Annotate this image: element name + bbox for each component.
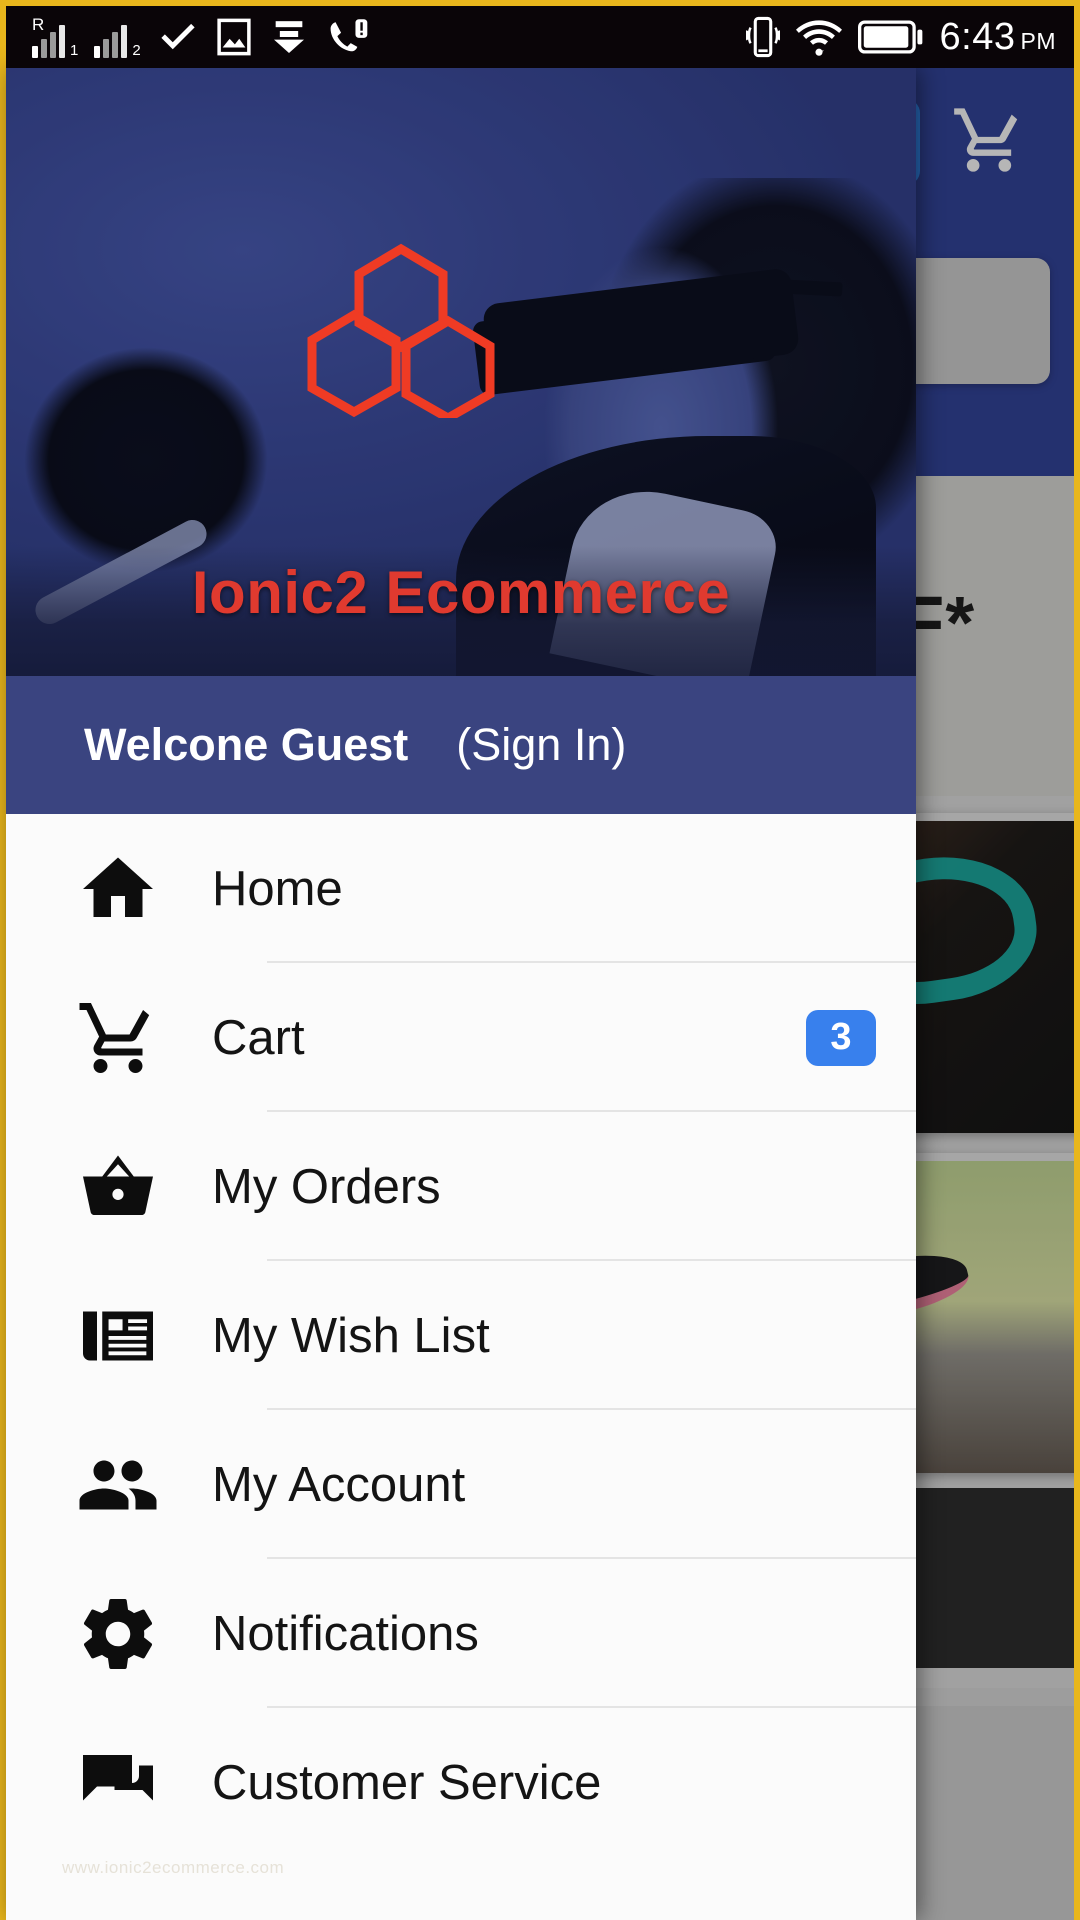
app-title: Ionic2 Ecommerce (6, 558, 916, 627)
hexagon-honeycomb-logo (296, 243, 506, 418)
signal-sim2-icon: 2 (94, 22, 140, 58)
menu-item-my-orders[interactable]: My Orders (6, 1112, 916, 1261)
welcome-text: Welcone Guest (84, 719, 408, 771)
home-icon (76, 847, 172, 931)
status-bar-left-icons: R 1 2 (32, 16, 746, 58)
chat-bubbles-icon (76, 1741, 172, 1825)
status-bar-clock: 6:43PM (940, 18, 1056, 56)
status-bar-right-icons: 6:43PM (746, 15, 1056, 59)
status-bar: R 1 2 (6, 6, 1074, 68)
drawer-welcome-bar: Welcone Guest (Sign In) (6, 676, 916, 814)
menu-item-label: Home (212, 861, 876, 917)
drawer-hero-banner: Ionic2 Ecommerce (6, 68, 916, 676)
menu-item-label: Notifications (212, 1606, 876, 1662)
side-menu-drawer: Ionic2 Ecommerce Welcone Guest (Sign In)… (6, 68, 916, 1920)
cart-count-badge: 3 (806, 1010, 876, 1066)
battery-icon (858, 18, 924, 56)
shopping-cart-icon (76, 996, 172, 1080)
menu-item-my-wish-list[interactable]: My Wish List (6, 1261, 916, 1410)
phone-screen: D OFFER % OFF* W s rts n 50s (0, 0, 1080, 1920)
menu-item-notifications[interactable]: Notifications (6, 1559, 916, 1708)
menu-item-my-account[interactable]: My Account (6, 1410, 916, 1559)
menu-item-label: My Orders (212, 1159, 876, 1215)
menu-item-label: Cart (212, 1010, 806, 1066)
roaming-label: R (32, 16, 44, 33)
gear-settings-icon (76, 1592, 172, 1676)
clock-time: 6:43 (940, 16, 1016, 58)
roaming-signal-sim1-icon: R 1 (32, 22, 78, 58)
sim2-label: 2 (132, 43, 140, 58)
menu-item-customer-service[interactable]: Customer Service (6, 1708, 916, 1857)
basket-icon (76, 1145, 172, 1229)
sign-in-link[interactable]: (Sign In) (456, 719, 626, 771)
sim1-label: 1 (70, 43, 78, 58)
menu-item-home[interactable]: Home (6, 814, 916, 963)
vibrate-mode-icon (746, 15, 780, 59)
drawer-watermark: www.ionic2ecommerce.com (62, 1858, 284, 1878)
menu-item-label: Customer Service (212, 1755, 876, 1811)
clock-meridiem: PM (1021, 28, 1057, 54)
data-saver-icon (269, 16, 309, 58)
people-account-icon (76, 1443, 172, 1527)
menu-item-label: My Account (212, 1457, 876, 1513)
newspaper-list-icon (76, 1294, 172, 1378)
missed-call-icon (325, 16, 369, 58)
checkmark-icon (157, 16, 199, 58)
drawer-menu-list: Home Cart 3 (6, 814, 916, 1857)
wifi-icon (796, 17, 842, 57)
menu-item-cart[interactable]: Cart 3 (6, 963, 916, 1112)
menu-item-label: My Wish List (212, 1308, 876, 1364)
screenshot-image-icon (215, 16, 253, 58)
